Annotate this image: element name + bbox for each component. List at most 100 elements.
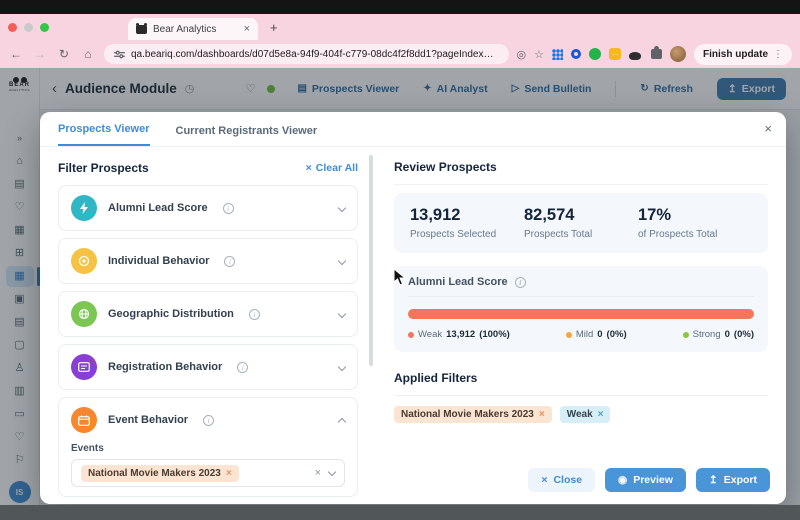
select-chevron-icon[interactable] — [327, 467, 337, 476]
event-behavior-header[interactable]: Event Behavior i — [71, 407, 347, 433]
tag-remove-icon[interactable]: × — [598, 409, 604, 420]
stat-label: of Prospects Total — [638, 229, 718, 240]
tab-prospects-viewer[interactable]: Prospects Viewer — [58, 123, 150, 146]
browser-chrome: Bear Analytics × + ← → ↻ ⌂ qa.beariq.com… — [0, 14, 800, 68]
upload-icon: ↥ — [708, 474, 718, 486]
info-icon: i — [248, 308, 260, 320]
divider — [394, 184, 768, 185]
prospects-viewer-modal: × Prospects Viewer Current Registrants V… — [40, 112, 786, 504]
browser-menu-icon[interactable]: ⋮ — [773, 49, 783, 60]
filter-prospects-panel: Filter Prospects × Clear All Alumni Lead… — [40, 147, 374, 503]
review-prospects-panel: Review Prospects 13,912 Prospects Select… — [374, 147, 786, 503]
window-close-button[interactable] — [8, 22, 17, 32]
notes-extension-icon[interactable]: … — [609, 48, 621, 60]
tag-remove-icon[interactable]: × — [539, 409, 545, 420]
events-field-label: Events — [71, 443, 104, 454]
site-settings-icon[interactable] — [114, 50, 125, 59]
window-minimize-button[interactable] — [24, 22, 33, 32]
mild-dot-icon — [565, 331, 572, 338]
info-icon: i — [237, 361, 249, 373]
new-tab-button[interactable]: + — [270, 20, 278, 35]
mouse-cursor — [393, 268, 406, 286]
bottom-gray-bar — [0, 505, 800, 520]
clear-all-button[interactable]: × Clear All — [306, 162, 358, 174]
modal-footer: × Close ◉ Preview ↥ Export — [528, 468, 770, 492]
stat-pct-of-total: 17% of Prospects Total — [638, 206, 752, 240]
strong-dot-icon — [682, 331, 689, 338]
filter-section-alumni-lead-score[interactable]: Alumni Lead Score i — [58, 185, 358, 231]
filter-label: Event Behavior — [108, 414, 189, 426]
eye-icon: ◉ — [618, 474, 628, 486]
stat-value: 82,574 — [524, 206, 575, 224]
forward-icon[interactable]: → — [32, 47, 48, 61]
browser-tab[interactable]: Bear Analytics × — [128, 18, 258, 40]
filter-section-registration-behavior[interactable]: Registration Behavior i — [58, 344, 358, 390]
tab-close-icon[interactable]: × — [244, 23, 250, 35]
stat-label: Prospects Selected — [410, 229, 497, 240]
keyhole-icon[interactable]: ◎ — [517, 48, 527, 61]
grid-extension-icon[interactable] — [552, 48, 563, 60]
event-tag: National Movie Makers 2023 × — [81, 464, 239, 482]
filter-prospects-title: Filter Prospects — [58, 161, 149, 175]
event-tag-label: National Movie Makers 2023 — [88, 467, 221, 479]
tab-strip: Bear Analytics × + — [0, 14, 800, 40]
stat-value: 13,912 — [410, 206, 461, 224]
applied-filter-weak-tag: Weak × — [559, 406, 611, 423]
filter-panel-scrollbar[interactable] — [369, 153, 373, 493]
export-label: Export — [723, 474, 757, 486]
select-clear-icon[interactable]: × — [315, 467, 321, 479]
bookmark-star-icon[interactable]: ☆ — [534, 48, 544, 61]
chevron-up-icon[interactable] — [337, 417, 347, 427]
alumni-lead-score-card: Alumni Lead Score i Weak 13,912 (100%) M… — [394, 266, 768, 352]
weak-dot-icon — [408, 331, 414, 338]
legend-weak: Weak 13,912 (100%) — [408, 329, 510, 340]
stat-prospects-selected: 13,912 Prospects Selected — [410, 206, 524, 240]
back-icon[interactable]: ← — [8, 47, 24, 61]
window-zoom-button[interactable] — [40, 22, 49, 32]
reload-icon[interactable]: ↻ — [56, 47, 72, 61]
hat-extension-icon[interactable] — [629, 51, 641, 60]
applied-filters-tags: National Movie Makers 2023 × Weak × — [394, 406, 768, 423]
finish-update-button[interactable]: Finish update ⋮ — [694, 43, 792, 65]
address-bar[interactable]: qa.beariq.com/dashboards/d07d5e8a-94f9-4… — [104, 44, 509, 64]
filter-section-geographic-distribution[interactable]: Geographic Distribution i — [58, 291, 358, 337]
clear-all-label: Clear All — [315, 162, 358, 174]
close-button[interactable]: × Close — [528, 468, 596, 492]
modal-close-icon[interactable]: × — [764, 121, 772, 136]
stat-value: 17% — [638, 206, 672, 224]
info-icon: i — [514, 277, 526, 288]
score-title-text: Alumni Lead Score — [408, 276, 508, 288]
screen: Bear Analytics × + ← → ↻ ⌂ qa.beariq.com… — [0, 0, 800, 520]
home-icon[interactable]: ⌂ — [80, 47, 96, 61]
chevron-down-icon[interactable] — [337, 309, 347, 319]
chevron-down-icon[interactable] — [337, 362, 347, 372]
applied-filter-event-tag: National Movie Makers 2023 × — [394, 406, 552, 423]
url-text: qa.beariq.com/dashboards/d07d5e8a-94f9-4… — [131, 48, 499, 60]
ring-extension-icon[interactable] — [571, 49, 581, 59]
green-extension-icon[interactable] — [589, 48, 601, 60]
review-prospects-title: Review Prospects — [394, 160, 497, 174]
tab-title: Bear Analytics — [153, 23, 217, 35]
info-icon: i — [222, 202, 234, 214]
lightning-icon — [71, 195, 97, 221]
top-black-bar — [0, 0, 800, 14]
clear-all-x-icon: × — [305, 162, 312, 174]
calendar-icon — [71, 407, 97, 433]
tag-remove-icon[interactable]: × — [226, 468, 232, 479]
events-select[interactable]: National Movie Makers 2023 × × — [71, 459, 345, 487]
tab-current-registrants-viewer[interactable]: Current Registrants Viewer — [176, 125, 318, 146]
finish-update-label: Finish update — [703, 48, 768, 60]
preview-button[interactable]: ◉ Preview — [605, 468, 686, 492]
profile-avatar[interactable] — [670, 46, 686, 62]
extensions-puzzle-icon[interactable] — [651, 46, 662, 59]
score-legend: Weak 13,912 (100%) Mild 0 (0%) Strong 0 … — [408, 329, 754, 340]
chevron-down-icon[interactable] — [337, 203, 347, 213]
export-button[interactable]: ↥ Export — [695, 468, 770, 492]
close-label: Close — [553, 474, 583, 486]
scrollbar-thumb[interactable] — [369, 155, 373, 366]
chevron-down-icon[interactable] — [337, 256, 347, 266]
legend-mild: Mild 0 (0%) — [565, 329, 627, 340]
stat-label: Prospects Total — [524, 229, 593, 240]
filter-section-individual-behavior[interactable]: Individual Behavior i — [58, 238, 358, 284]
filter-label: Geographic Distribution — [108, 308, 234, 320]
